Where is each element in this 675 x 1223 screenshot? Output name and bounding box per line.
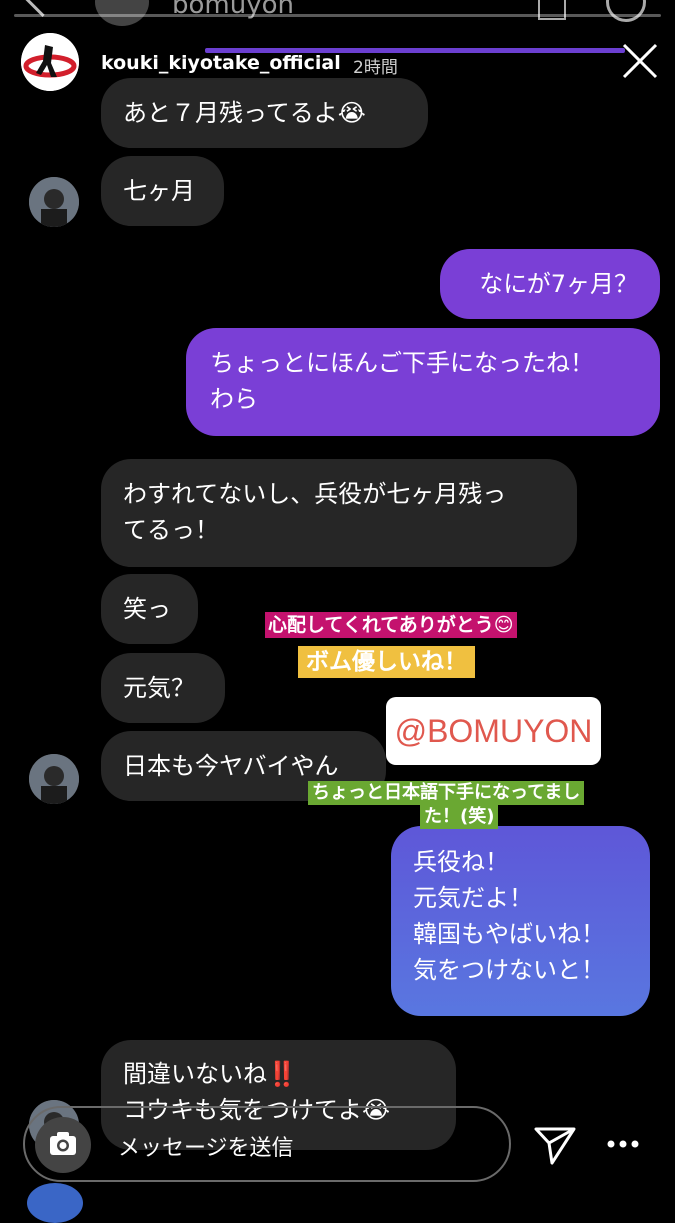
story-progress-bar [14, 14, 661, 17]
message-bubble-incoming: わすれてないし、兵役が七ヶ月残っ てるっ！ [101, 459, 577, 567]
message-bubble-incoming: 七ヶ月 [101, 156, 224, 226]
message-input[interactable]: メッセージを送信 [118, 1130, 294, 1162]
camera-button[interactable] [35, 1117, 91, 1173]
sender-avatar [29, 177, 79, 227]
text-sticker-yellow: ボム優しいね！ [298, 646, 475, 678]
ghost-avatar-bottom [27, 1183, 83, 1223]
close-icon[interactable] [620, 41, 660, 81]
story-avatar[interactable] [21, 33, 79, 91]
mention-sticker[interactable]: @BOMUYON [386, 697, 601, 765]
message-bubble-incoming: 笑っ [101, 574, 198, 644]
message-bubble-incoming: あと７月残ってるよ😭 [101, 78, 428, 148]
message-bubble-outgoing: なにが7ヶ月？ [440, 249, 660, 319]
sender-avatar [29, 754, 79, 804]
message-bubble-outgoing: ちょっとにほんご下手になったね！ わら [186, 328, 660, 436]
text-sticker-green-line2: た！(笑) [420, 805, 499, 829]
message-bubble-outgoing: 兵役ね！ 元気だよ！ 韓国もやばいね！ 気をつけないと！ [391, 826, 650, 1016]
send-icon[interactable] [532, 1121, 578, 1167]
more-options-icon[interactable] [606, 1134, 640, 1154]
camera-icon [50, 1132, 76, 1155]
flag-icon[interactable] [538, 0, 566, 20]
story-time: 2時間 [353, 58, 398, 78]
story-username[interactable]: kouki_kiyotake_official [101, 52, 341, 74]
thread-title: bomuyon [172, 0, 294, 20]
message-bubble-incoming: 元気？ [101, 653, 225, 723]
text-sticker-green-line1: ちょっと日本語下手になってまし [308, 781, 585, 805]
text-sticker-pink: 心配してくれてありがとう😊 [265, 612, 517, 638]
